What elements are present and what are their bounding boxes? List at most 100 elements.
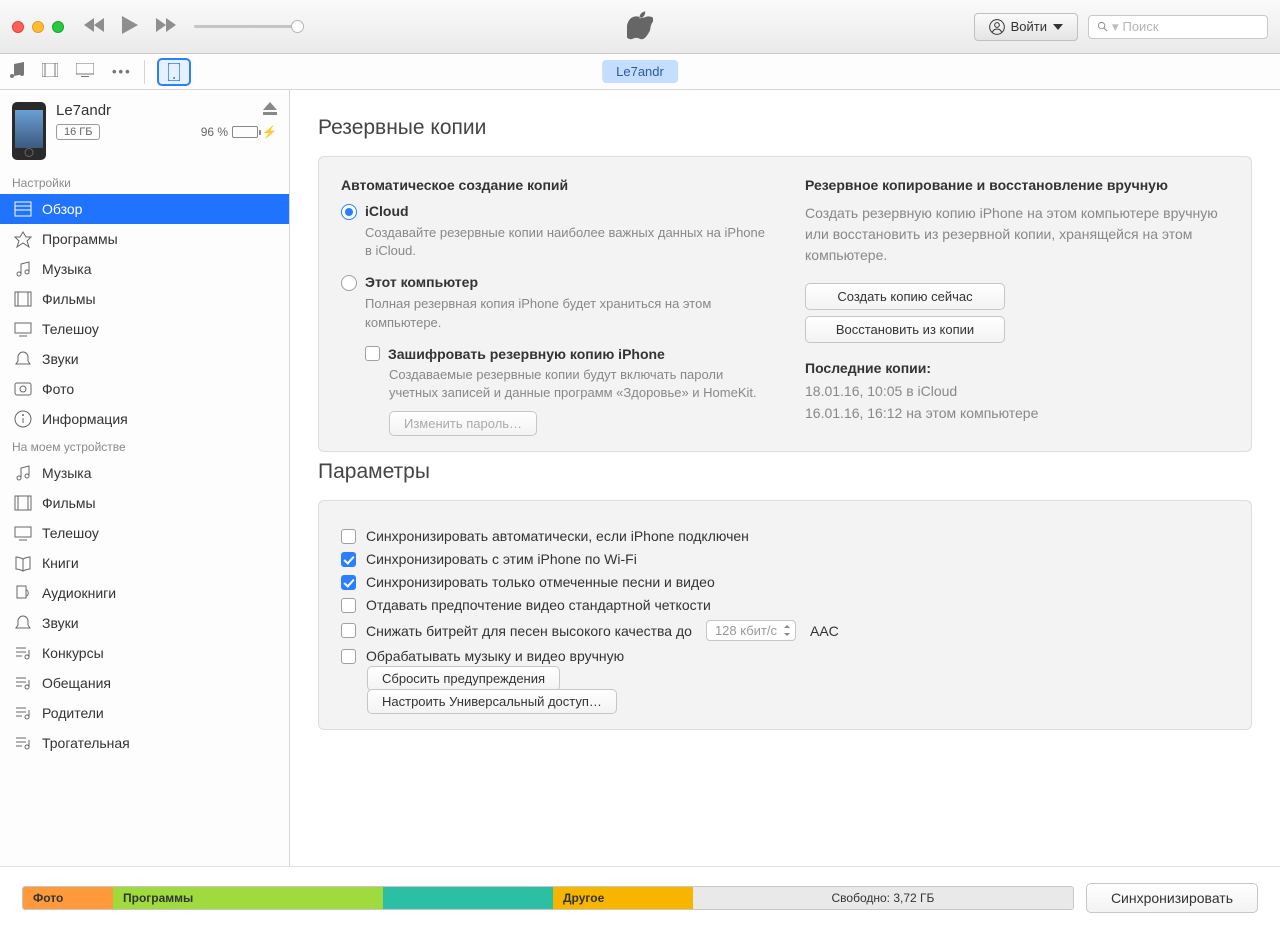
search-box[interactable]: ▾ bbox=[1088, 15, 1268, 39]
sidebar-device-item[interactable]: Трогательная bbox=[0, 728, 289, 758]
battery-icon bbox=[232, 126, 258, 138]
device-tab-button[interactable] bbox=[157, 58, 191, 86]
sidebar-device-item[interactable]: Родители bbox=[0, 698, 289, 728]
prev-track-icon[interactable] bbox=[84, 18, 104, 35]
play-icon[interactable] bbox=[122, 16, 138, 37]
bitrate-checkbox[interactable] bbox=[341, 623, 356, 638]
sd-video-checkbox[interactable] bbox=[341, 598, 356, 613]
sidebar-item-label: Книги bbox=[42, 555, 79, 571]
reset-warnings-button[interactable]: Сбросить предупреждения bbox=[367, 666, 560, 691]
sidebar-settings-item[interactable]: Звуки bbox=[0, 344, 289, 374]
user-icon bbox=[989, 19, 1005, 35]
sd-video-label: Отдавать предпочтение видео стандартной … bbox=[366, 597, 711, 613]
sidebar-item-label: Музыка bbox=[42, 465, 92, 481]
search-icon bbox=[1097, 20, 1108, 33]
sidebar-item-label: Звуки bbox=[42, 615, 79, 631]
universal-access-button[interactable]: Настроить Универсальный доступ… bbox=[367, 689, 617, 714]
sidebar-device-item[interactable]: Музыка bbox=[0, 458, 289, 488]
sidebar-settings-item[interactable]: Фильмы bbox=[0, 284, 289, 314]
chevron-down-icon bbox=[1053, 24, 1063, 30]
overview-icon bbox=[14, 200, 32, 218]
sync-button[interactable]: Синхронизировать bbox=[1086, 883, 1258, 913]
battery-percent: 96 % bbox=[201, 125, 228, 139]
sidebar-settings-item[interactable]: Фото bbox=[0, 374, 289, 404]
sidebar-settings-item[interactable]: Телешоу bbox=[0, 314, 289, 344]
films-icon bbox=[14, 290, 32, 308]
zoom-window-button[interactable] bbox=[52, 21, 64, 33]
sidebar-device-item[interactable]: Обещания bbox=[0, 668, 289, 698]
device-image bbox=[12, 102, 46, 160]
content-area: Резервные копии Автоматическое создание … bbox=[290, 90, 1280, 866]
checked-only-checkbox[interactable] bbox=[341, 575, 356, 590]
sidebar-device-item[interactable]: Аудиокниги bbox=[0, 578, 289, 608]
music-icon bbox=[14, 464, 32, 482]
tones-icon bbox=[14, 350, 32, 368]
backup-now-button[interactable]: Создать копию сейчас bbox=[805, 283, 1005, 310]
music-tab-icon[interactable] bbox=[10, 62, 24, 81]
wifi-sync-label: Синхронизировать с этим iPhone по Wi-Fi bbox=[366, 551, 637, 567]
close-window-button[interactable] bbox=[12, 21, 24, 33]
films-tab-icon[interactable] bbox=[42, 63, 58, 80]
sidebar-settings-item[interactable]: Программы bbox=[0, 224, 289, 254]
eject-icon[interactable] bbox=[201, 102, 277, 119]
titlebar: Войти ▾ bbox=[0, 0, 1280, 54]
options-section-title: Параметры bbox=[318, 460, 1252, 484]
backup-section-title: Резервные копии bbox=[318, 116, 1252, 140]
sidebar-item-label: Информация bbox=[42, 411, 128, 427]
apps-icon bbox=[14, 230, 32, 248]
sidebar-item-label: Фильмы bbox=[42, 291, 96, 307]
signin-button[interactable]: Войти bbox=[974, 13, 1078, 41]
latest-backup-1: 18.01.16, 10:05 в iCloud bbox=[805, 380, 1229, 402]
device-capacity-badge: 16 ГБ bbox=[56, 124, 100, 140]
sidebar-item-label: Телешоу bbox=[42, 525, 99, 541]
minimize-window-button[interactable] bbox=[32, 21, 44, 33]
icloud-label: iCloud bbox=[365, 203, 409, 219]
auto-sync-label: Синхронизировать автоматически, если iPh… bbox=[366, 528, 749, 544]
computer-radio[interactable] bbox=[341, 275, 357, 291]
wifi-sync-checkbox[interactable] bbox=[341, 552, 356, 567]
playback-controls bbox=[84, 16, 176, 37]
books-icon bbox=[14, 554, 32, 572]
restore-backup-button[interactable]: Восстановить из копии bbox=[805, 316, 1005, 343]
device-name-pill[interactable]: Le7andr bbox=[602, 60, 678, 83]
latest-backups-heading: Последние копии: bbox=[805, 360, 1229, 376]
manual-backup-heading: Резервное копирование и восстановление в… bbox=[805, 177, 1229, 193]
encrypt-checkbox[interactable] bbox=[365, 346, 380, 361]
computer-label: Этот компьютер bbox=[365, 274, 478, 290]
sidebar-device-item[interactable]: Книги bbox=[0, 548, 289, 578]
more-tab-icon[interactable]: ••• bbox=[112, 64, 132, 79]
backup-panel: Автоматическое создание копий iCloud Соз… bbox=[318, 156, 1252, 452]
auto-sync-checkbox[interactable] bbox=[341, 529, 356, 544]
info-icon bbox=[14, 410, 32, 428]
sidebar-item-label: Трогательная bbox=[42, 735, 130, 751]
sidebar-device-item[interactable]: Фильмы bbox=[0, 488, 289, 518]
music-icon bbox=[14, 260, 32, 278]
change-password-button[interactable]: Изменить пароль… bbox=[389, 411, 537, 436]
latest-backup-2: 16.01.16, 16:12 на этом компьютере bbox=[805, 402, 1229, 424]
sidebar-settings-item[interactable]: Обзор bbox=[0, 194, 289, 224]
icloud-radio[interactable] bbox=[341, 204, 357, 220]
charging-icon: ⚡ bbox=[262, 125, 277, 139]
sidebar-item-label: Телешоу bbox=[42, 321, 99, 337]
next-track-icon[interactable] bbox=[156, 18, 176, 35]
tones-icon bbox=[14, 614, 32, 632]
storage-seg-other: Другое bbox=[553, 887, 693, 909]
icloud-desc: Создавайте резервные копии наиболее важн… bbox=[365, 224, 765, 260]
tv-tab-icon[interactable] bbox=[76, 63, 94, 80]
dropdown-icon: ▾ bbox=[1112, 19, 1119, 35]
volume-slider[interactable] bbox=[194, 25, 304, 28]
sidebar: Le7andr 16 ГБ 96 % ⚡ Настройки ОбзорПрог… bbox=[0, 90, 290, 866]
search-input[interactable] bbox=[1122, 19, 1259, 34]
films-icon bbox=[14, 494, 32, 512]
sidebar-device-item[interactable]: Звуки bbox=[0, 608, 289, 638]
bitrate-select[interactable]: 128 кбит/с bbox=[706, 620, 796, 641]
sidebar-settings-item[interactable]: Информация bbox=[0, 404, 289, 434]
window-controls bbox=[12, 21, 64, 33]
sidebar-device-item[interactable]: Конкурсы bbox=[0, 638, 289, 668]
sidebar-item-label: Обещания bbox=[42, 675, 111, 691]
sidebar-device-item[interactable]: Телешоу bbox=[0, 518, 289, 548]
checked-only-label: Синхронизировать только отмеченные песни… bbox=[366, 574, 715, 590]
audiobooks-icon bbox=[14, 584, 32, 602]
manual-manage-checkbox[interactable] bbox=[341, 649, 356, 664]
sidebar-settings-item[interactable]: Музыка bbox=[0, 254, 289, 284]
